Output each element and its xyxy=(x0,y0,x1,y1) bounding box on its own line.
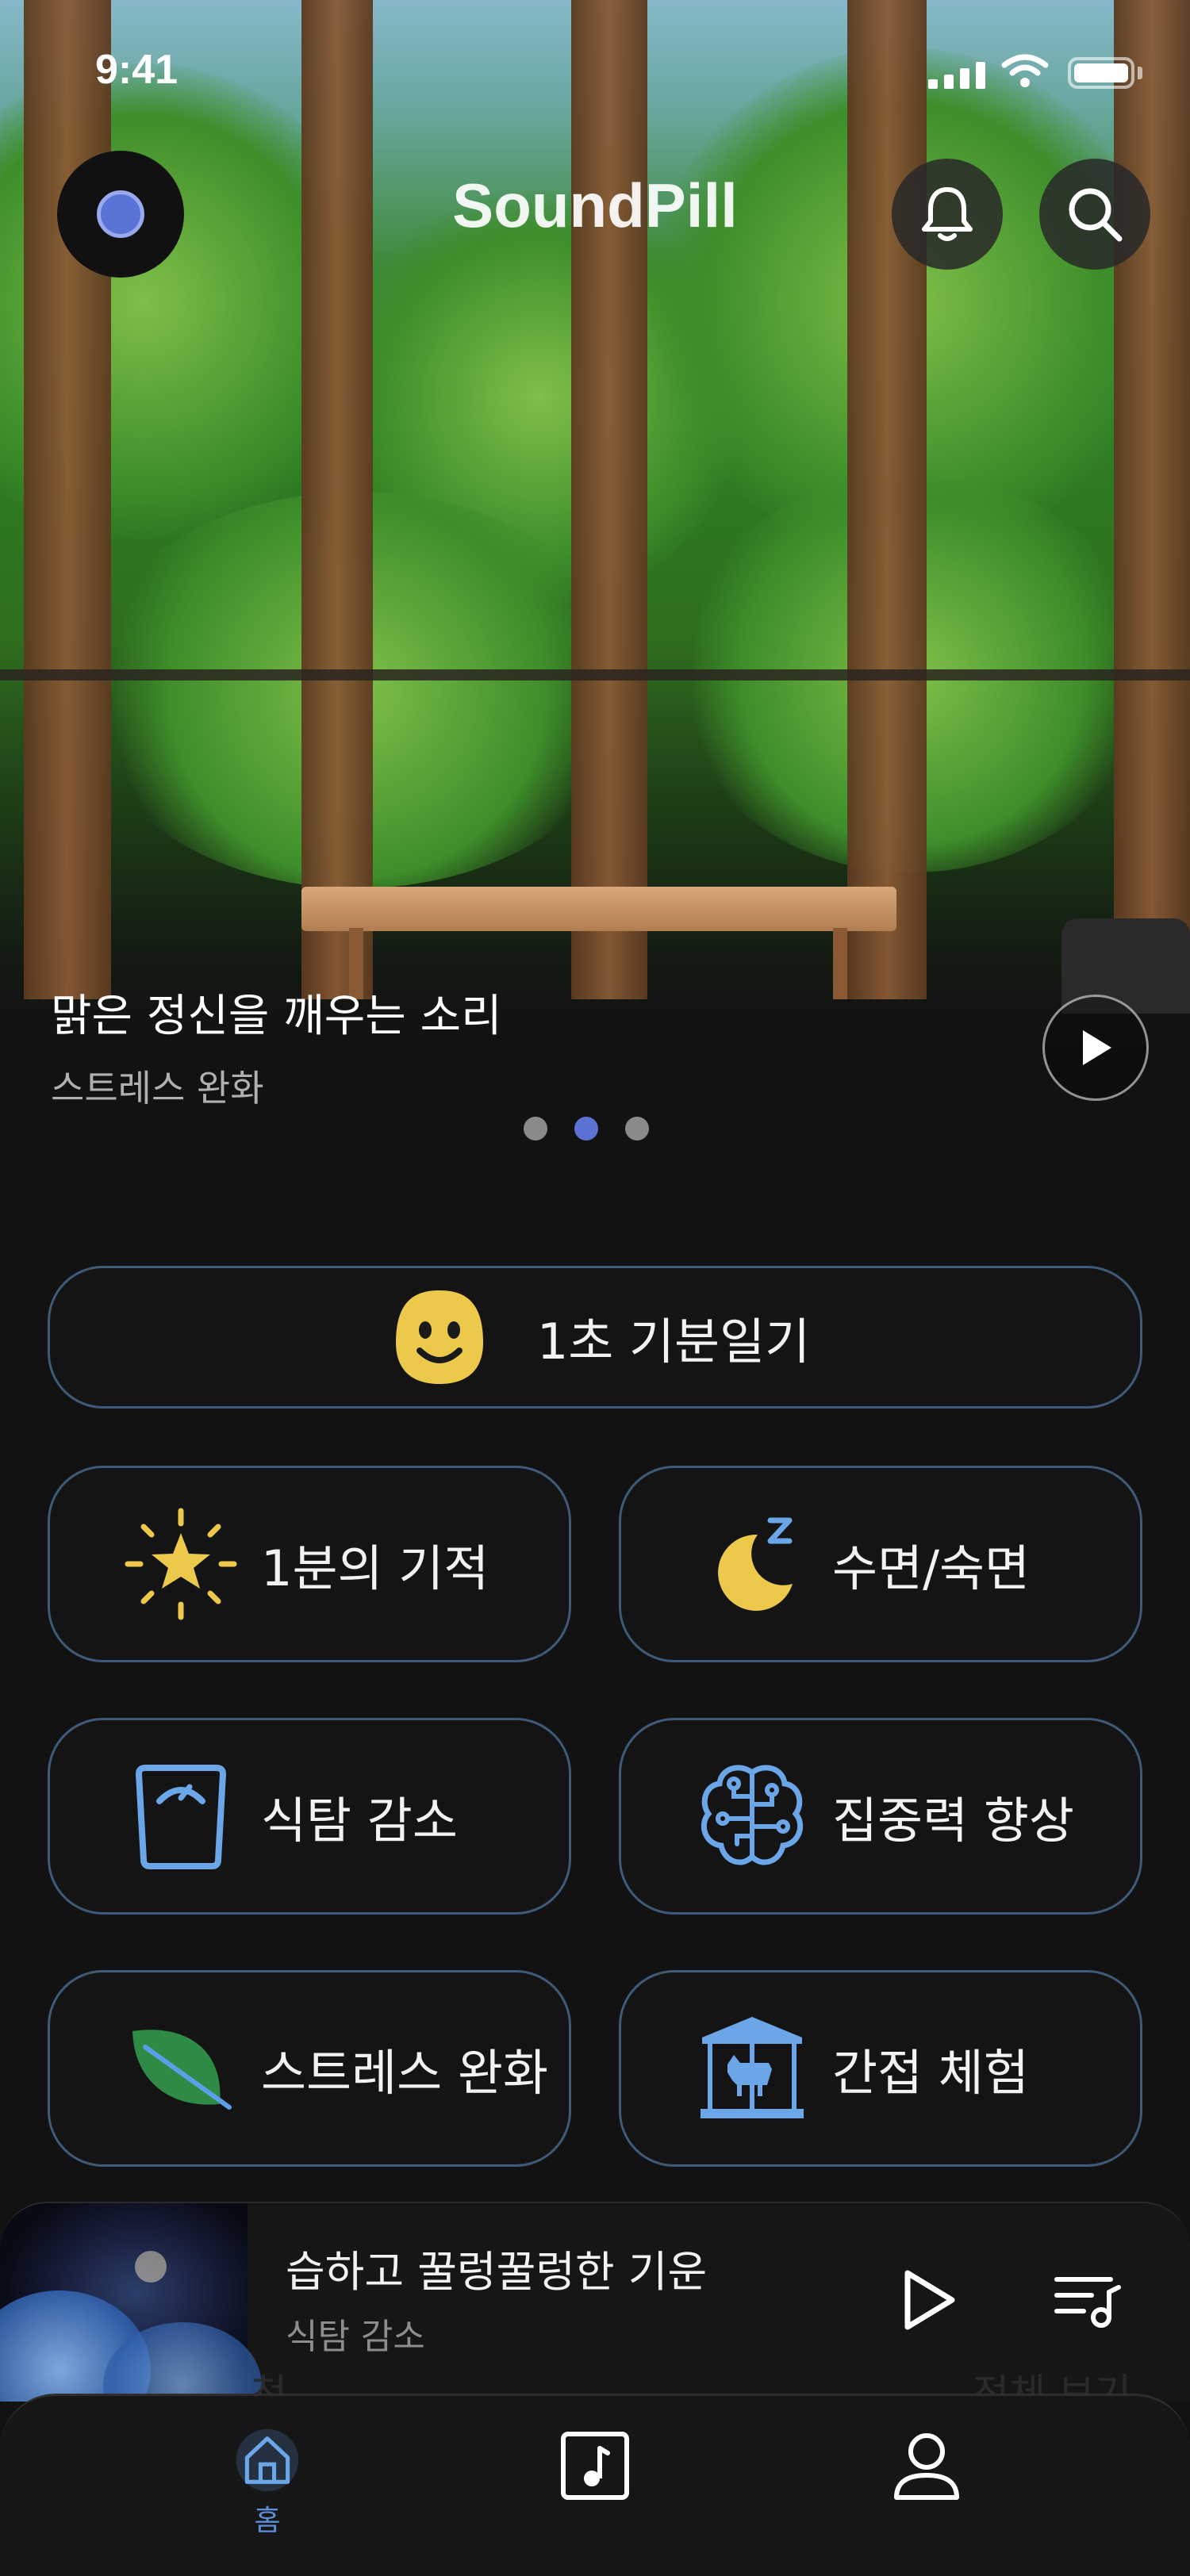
hero-play-button[interactable] xyxy=(1042,995,1149,1101)
category-label: 스트레스 완화 xyxy=(261,2044,548,2102)
bell-icon xyxy=(922,187,973,241)
search-button[interactable] xyxy=(1039,159,1150,270)
bottom-tab-bar: 홈 xyxy=(0,2394,1190,2576)
person-icon xyxy=(894,2433,959,2500)
category-stress-relief[interactable]: 스트레스 완화 xyxy=(48,1970,571,2167)
album-cover xyxy=(0,2203,262,2402)
hero-subtitle: 스트레스 완화 xyxy=(51,1067,264,1110)
mood-diary-button[interactable]: 1초 기분일기 xyxy=(48,1266,1142,1409)
play-icon xyxy=(1083,1030,1111,1065)
pagination-dot-active[interactable] xyxy=(574,1117,598,1140)
carousel-icon xyxy=(693,2009,812,2128)
track-category: 식탐 감소 xyxy=(286,2317,425,2357)
mini-player[interactable]: 천 전체 보기 습하고 꿀렁꿀렁한 기운 식탐 감소 xyxy=(0,2202,1190,2402)
search-icon xyxy=(1069,188,1123,242)
status-bar: 9:41 xyxy=(0,0,1190,143)
pagination-dot[interactable] xyxy=(625,1117,649,1140)
home-icon xyxy=(236,2428,299,2492)
track-title: 습하고 꿀렁꿀렁한 기운 xyxy=(286,2247,708,2297)
mood-diary-label: 1초 기분일기 xyxy=(536,1313,811,1370)
tab-home-label: 홈 xyxy=(254,2505,281,2537)
sparkle-star-icon xyxy=(121,1505,240,1623)
cellular-signal-icon xyxy=(928,60,990,89)
notifications-button[interactable] xyxy=(892,159,1003,270)
moon-sleep-icon xyxy=(693,1505,812,1623)
tab-profile[interactable] xyxy=(863,2428,990,2539)
carousel-pagination[interactable] xyxy=(524,1117,666,1140)
battery-icon xyxy=(1068,57,1134,89)
category-1min-miracle[interactable]: 1분의 기적 xyxy=(48,1466,571,1662)
tab-music[interactable] xyxy=(532,2428,658,2539)
music-note-icon xyxy=(561,2432,629,2500)
smiley-icon xyxy=(380,1286,499,1389)
app-title: SoundPill xyxy=(452,171,738,240)
playlist-icon[interactable] xyxy=(1052,2268,1123,2332)
brain-icon xyxy=(693,1757,812,1876)
category-appetite-reduction[interactable]: 식탐 감소 xyxy=(48,1718,571,1915)
play-button[interactable] xyxy=(896,2267,960,2333)
category-indirect-experience[interactable]: 간접 체험 xyxy=(619,1970,1142,2167)
pagination-dot[interactable] xyxy=(524,1117,547,1140)
category-focus-improvement[interactable]: 집중력 향상 xyxy=(619,1718,1142,1915)
category-label: 1분의 기적 xyxy=(261,1539,489,1597)
category-label: 수면/숙면 xyxy=(832,1539,1031,1597)
category-label: 식탐 감소 xyxy=(261,1792,458,1850)
tab-home[interactable]: 홈 xyxy=(204,2428,331,2539)
battery-tip xyxy=(1138,67,1142,79)
leaf-icon xyxy=(121,2009,240,2128)
wifi-icon xyxy=(1001,54,1049,87)
category-sleep[interactable]: 수면/숙면 xyxy=(619,1466,1142,1662)
scale-icon xyxy=(121,1757,240,1876)
category-label: 집중력 향상 xyxy=(832,1792,1074,1850)
category-label: 간접 체험 xyxy=(832,2044,1029,2102)
hero-banner[interactable] xyxy=(0,0,1190,1063)
hero-title: 맑은 정신을 깨우는 소리 xyxy=(51,991,502,1042)
status-time: 9:41 xyxy=(95,47,178,93)
